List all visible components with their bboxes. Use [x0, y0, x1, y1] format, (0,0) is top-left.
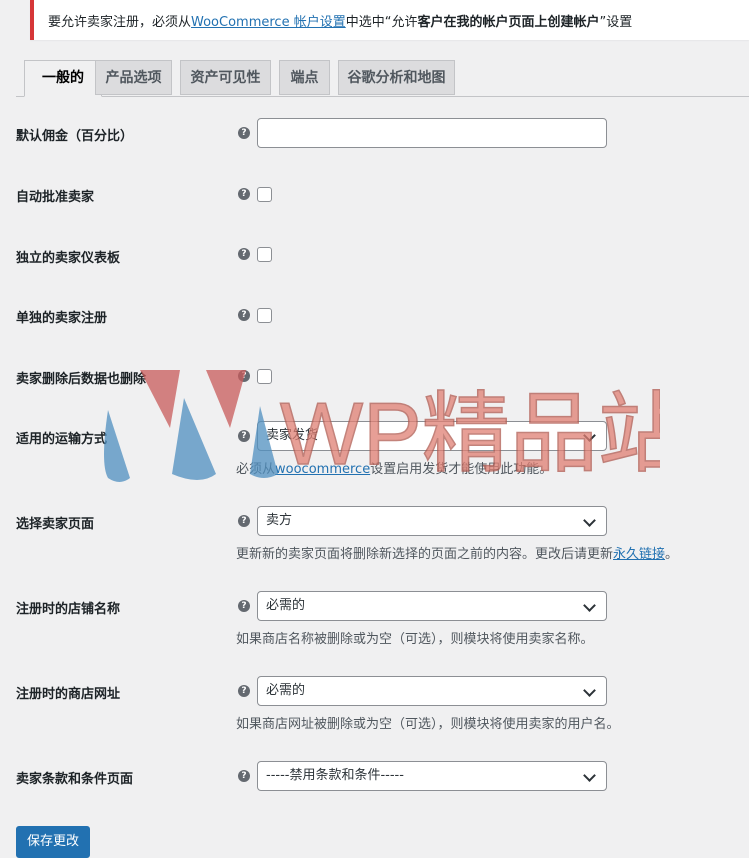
store-name-description: 如果商店名称被删除或为空（可选），则模块将使用卖家名称。 [236, 632, 594, 647]
terms-page-select-value: -----禁用条款和条件----- [266, 768, 404, 783]
separate-dashboard-label: 独立的卖家仪表板 [16, 251, 121, 266]
commission-label: 默认佣金（百分比） [16, 129, 134, 144]
watermark-logo: WP精品站 [104, 370, 660, 484]
tab-general[interactable]: 一般的 [24, 60, 102, 97]
help-icon[interactable]: ? [238, 685, 250, 697]
shipping-label: 适用的运输方式 [16, 432, 108, 447]
watermark-blue-shape-1 [104, 410, 130, 482]
watermark-red-shape-left [140, 370, 180, 428]
separate-registration-label: 单独的卖家注册 [16, 311, 108, 326]
settings-tabs: 一般的 产品选项 资产可见性 端点 谷歌分析和地图 [16, 60, 749, 97]
vendor-page-select[interactable]: 卖方 [257, 506, 607, 536]
separate-registration-checkbox[interactable] [257, 308, 272, 323]
help-icon[interactable]: ? [238, 188, 250, 200]
help-icon[interactable]: ? [238, 600, 250, 612]
tab-google-analytics-maps[interactable]: 谷歌分析和地图 [338, 60, 455, 95]
terms-page-select[interactable]: -----禁用条款和条件----- [257, 761, 607, 791]
admin-notice: 要允许卖家注册，必须从WooCommerce 帐户设置中选中“允许客户在我的帐户… [30, 0, 749, 40]
help-icon[interactable]: ? [238, 515, 250, 527]
watermark-red-shape-right [206, 370, 246, 428]
help-icon[interactable]: ? [238, 248, 250, 260]
store-name-select[interactable]: 必需的 [257, 591, 607, 621]
tab-product-options[interactable]: 产品选项 [95, 60, 172, 95]
help-icon[interactable]: ? [238, 309, 250, 321]
watermark-blue-shape-2 [172, 398, 216, 480]
vendor-page-select-value: 卖方 [266, 513, 293, 528]
vendor-desc-suffix: 。 [665, 547, 679, 562]
watermark-blue-shape-3 [250, 406, 278, 478]
store-url-select-value: 必需的 [266, 683, 306, 698]
help-icon[interactable]: ? [238, 127, 250, 139]
tab-asset-visibility[interactable]: 资产可见性 [180, 60, 271, 95]
store-name-select-value: 必需的 [266, 598, 306, 613]
separate-dashboard-checkbox[interactable] [257, 247, 272, 262]
auto-approve-label: 自动批准卖家 [16, 190, 95, 205]
notice-bold: 客户在我的帐户页面上创建帐户 [417, 15, 600, 30]
save-changes-button[interactable]: 保存更改 [16, 826, 90, 858]
store-url-select[interactable]: 必需的 [257, 676, 607, 706]
notice-middle: 中选中“允许 [345, 15, 418, 30]
chevron-down-icon [583, 769, 596, 782]
chevron-down-icon [583, 599, 596, 612]
chevron-down-icon [583, 514, 596, 527]
terms-page-label: 卖家条款和条件页面 [16, 772, 134, 787]
woocommerce-account-settings-link[interactable]: WooCommerce 帐户设置 [191, 15, 346, 30]
notice-suffix: ”设置 [599, 15, 633, 30]
auto-approve-checkbox[interactable] [257, 187, 272, 202]
permalink-link[interactable]: 永久链接 [613, 547, 665, 562]
store-url-description: 如果商店网址被删除或为空（可选），则模块将使用卖家的用户名。 [236, 717, 620, 732]
tab-endpoints[interactable]: 端点 [279, 60, 330, 95]
vendor-page-label: 选择卖家页面 [16, 517, 95, 532]
vendor-page-description: 更新新的卖家页面将删除新选择的页面之前的内容。更改后请更新永久链接。 [236, 543, 678, 562]
watermark-text: WP精品站 [280, 384, 660, 483]
store-url-label: 注册时的商店网址 [16, 687, 121, 702]
store-name-label: 注册时的店铺名称 [16, 602, 121, 617]
notice-prefix: 要允许卖家注册，必须从 [48, 15, 192, 30]
help-icon[interactable]: ? [238, 770, 250, 782]
commission-input[interactable] [257, 118, 607, 148]
vendor-desc-prefix: 更新新的卖家页面将删除新选择的页面之前的内容。更改后请更新 [236, 547, 614, 562]
chevron-down-icon [583, 684, 596, 697]
